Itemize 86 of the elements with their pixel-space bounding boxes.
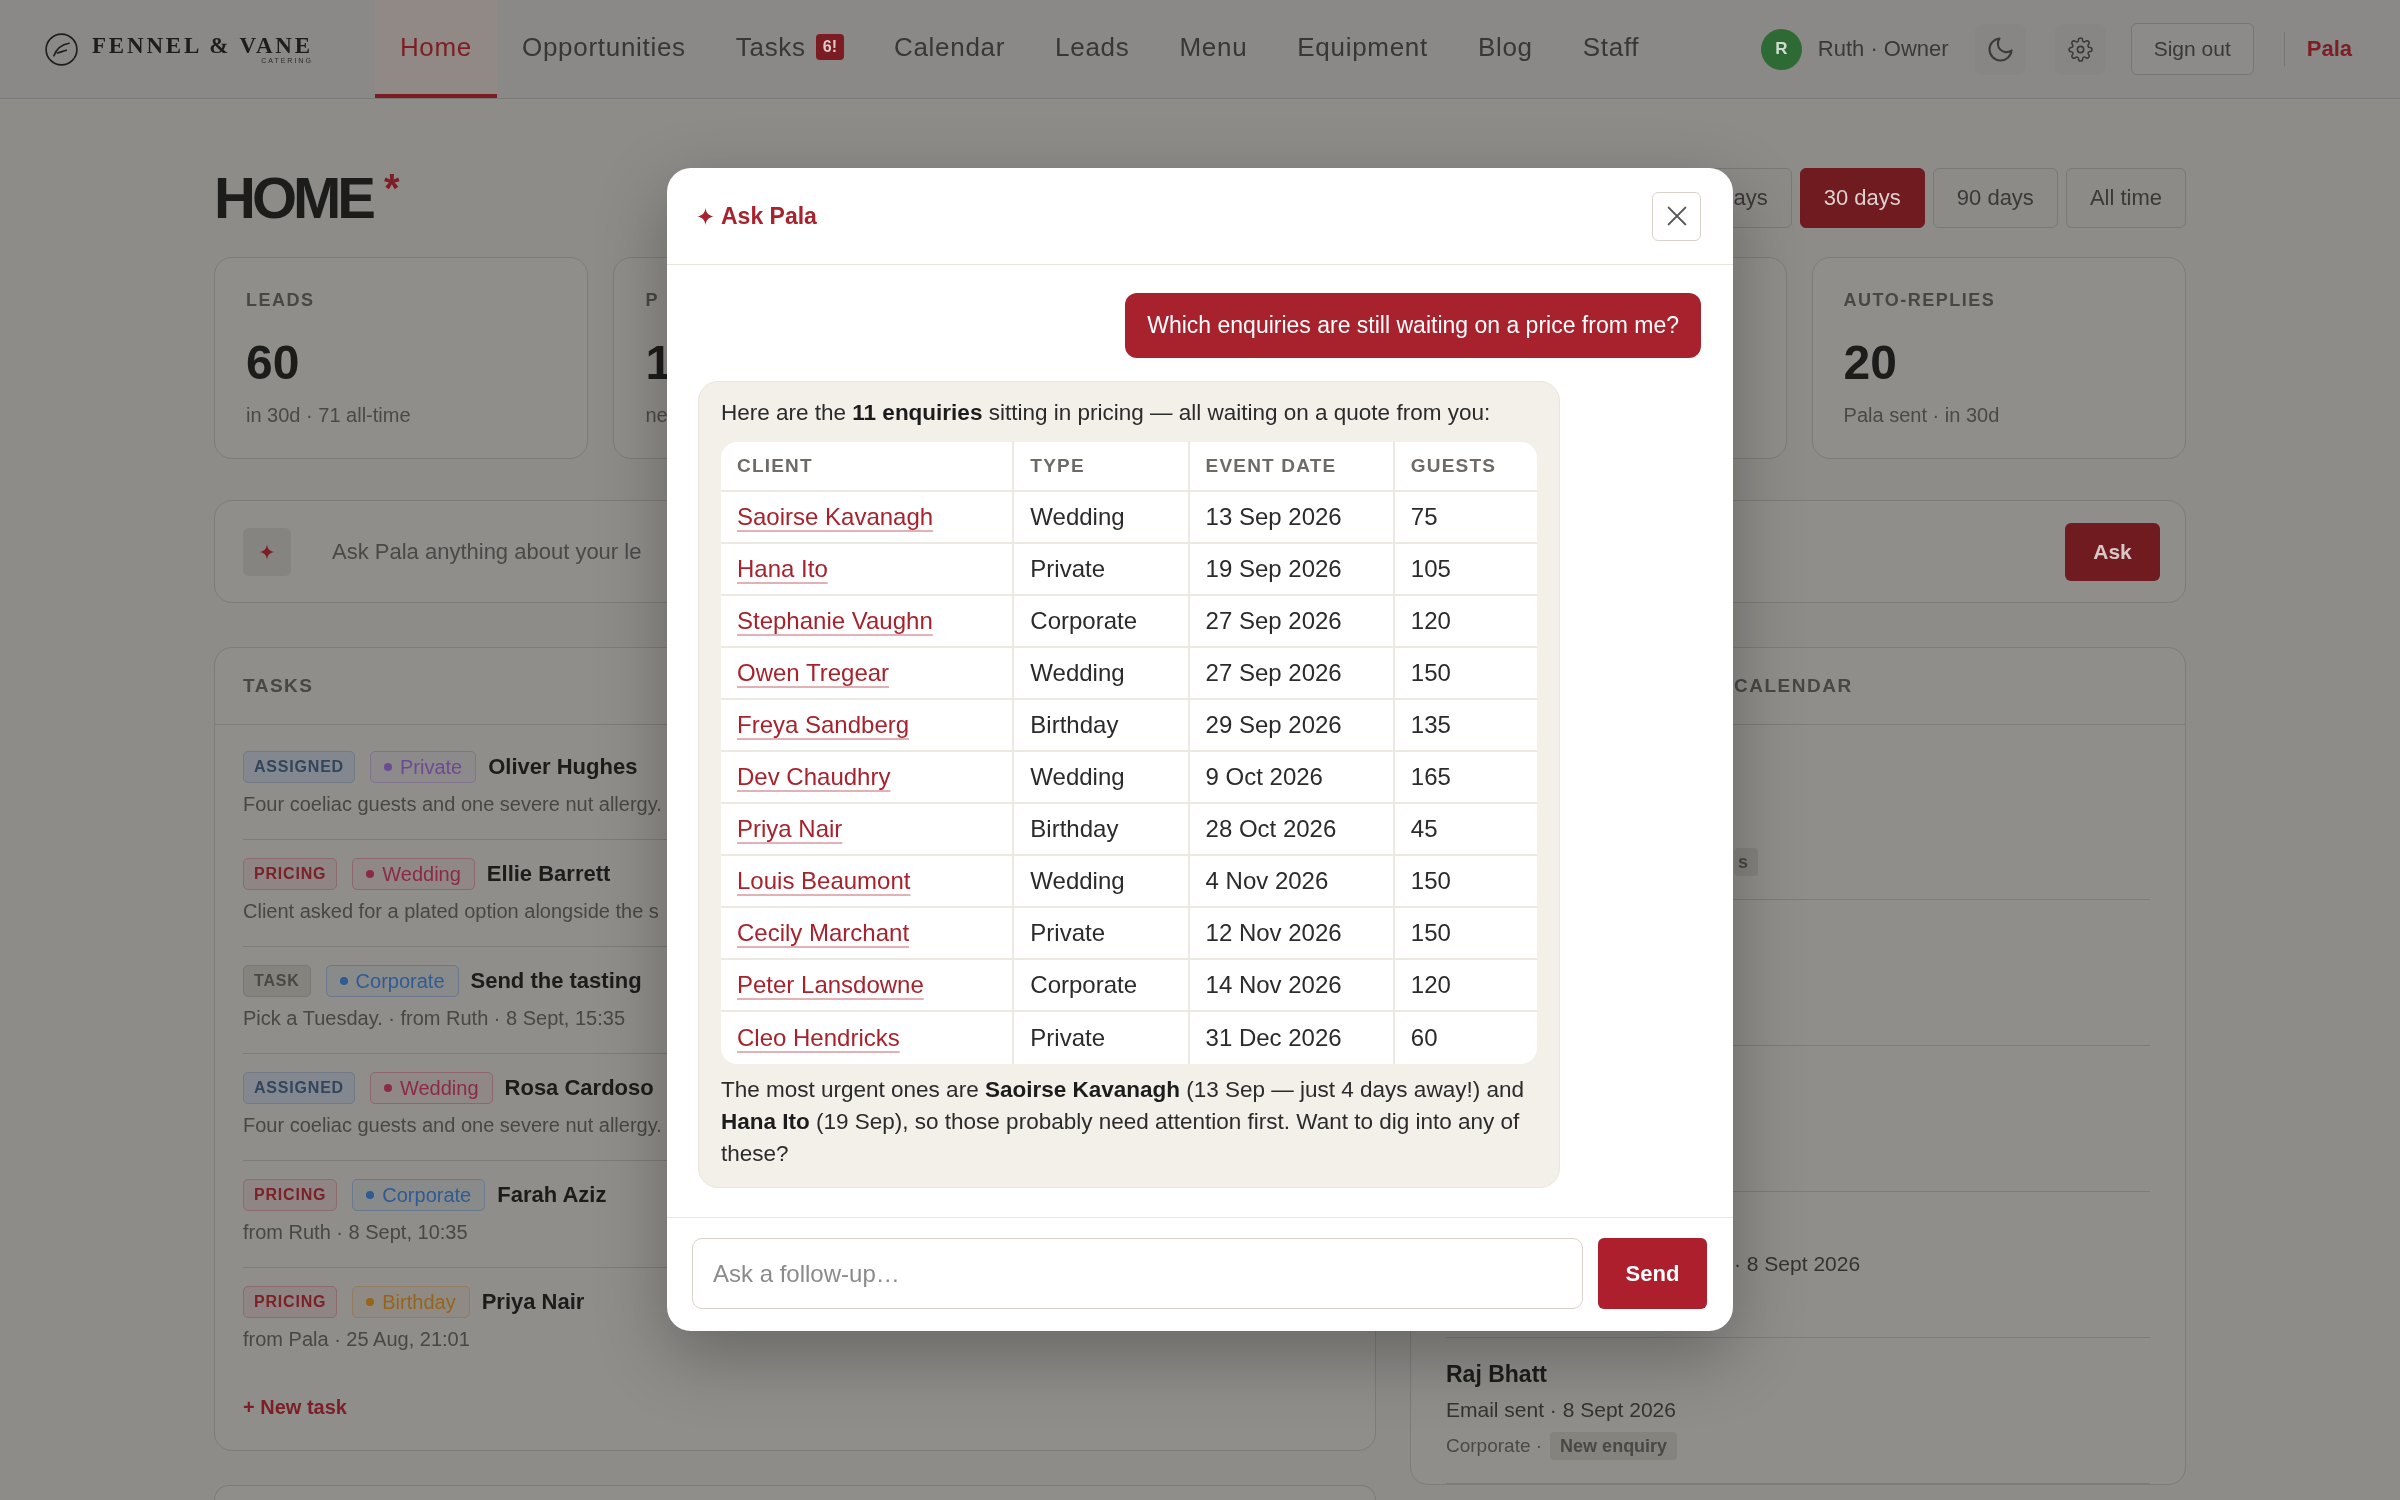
task-title: Farah Aziz (497, 1182, 607, 1208)
table-cell: 120 (1392, 960, 1537, 1012)
task-title: Rosa Cardoso (504, 1075, 654, 1101)
table-cell: Private (1012, 908, 1188, 960)
status-tag: New enquiry (1550, 1432, 1678, 1460)
table-cell: Birthday (1012, 700, 1188, 752)
task-detail: from Pala · 25 Aug, 21:01 (243, 1327, 470, 1352)
table-cell: 29 Sep 2026 (1187, 700, 1393, 752)
status-badge: PRICING (243, 1179, 338, 1211)
table-cell: 60 (1392, 1012, 1537, 1064)
table-cell: 14 Nov 2026 (1187, 960, 1393, 1012)
table-cell: Private (1012, 1012, 1188, 1064)
brand-name: FENNEL & VANE (92, 33, 313, 57)
status-badge: PRICING (243, 1286, 338, 1318)
tag-label: Wedding (400, 1076, 479, 1100)
user-name: Ruth · Owner (1817, 36, 1949, 62)
status-badge: TASK (243, 965, 311, 997)
table-cell: 165 (1392, 752, 1537, 804)
table-cell: Wedding (1012, 648, 1188, 700)
table-cell: 31 Dec 2026 (1187, 1012, 1393, 1064)
stat-label: P (645, 289, 659, 311)
table-cell: Corporate (1012, 596, 1188, 648)
table-cell: 27 Sep 2026 (1187, 596, 1393, 648)
task-detail: Client asked for a plated option alongside the s (243, 899, 659, 924)
table-cell: 105 (1392, 544, 1537, 596)
message-text: Here are the 11 enquiries sitting in pricing — all waiting on a quote from you: (721, 399, 1492, 427)
table-cell: 120 (1392, 596, 1537, 648)
column-header: TYPE (1012, 442, 1188, 492)
count-badge: 6! (815, 34, 844, 60)
table-cell: 4 Nov 2026 (1187, 856, 1393, 908)
tag-label: Corporate (355, 969, 445, 993)
status-badge: PRICING (243, 858, 338, 890)
title-asterisk: * (384, 168, 400, 208)
task-title: Ellie Barrett (486, 861, 611, 887)
column-header: EVENT DATE (1187, 442, 1393, 492)
column-header: CLIENT (721, 442, 1013, 492)
task-detail: Four coeliac guests and one severe nut allergy. (243, 1113, 662, 1138)
table-cell: 135 (1392, 700, 1537, 752)
stat-label: AUTO-REPLIES (1843, 289, 1996, 311)
table-cell: Birthday (1012, 804, 1188, 856)
table-cell: 75 (1392, 492, 1537, 544)
table-cell: 19 Sep 2026 (1187, 544, 1393, 596)
task-title: Send the tasting (470, 968, 642, 994)
table-cell: 28 Oct 2026 (1187, 804, 1393, 856)
stat-note: ne (645, 403, 668, 428)
table-cell: Wedding (1012, 752, 1188, 804)
task-detail: from Ruth · 8 Sept, 10:35 (243, 1220, 468, 1245)
task-title: Priya Nair (481, 1289, 585, 1315)
message-text: The most urgent ones are Saoirse Kavanagh (13 Sep — just 4 days away!) and Hana Ito (19 Sep), so those probably need attention first. Want to dig into any of these? (721, 1076, 1525, 1168)
event-detail: · 8 Sept 2026 (1734, 1252, 1861, 1275)
table-cell: Corporate (1012, 960, 1188, 1012)
table-cell: Private (1012, 544, 1188, 596)
panel-title: TASKS (243, 675, 314, 697)
status-badge: ASSIGNED (243, 751, 355, 783)
event-category: Corporate · (1446, 1435, 1543, 1457)
table-cell: 150 (1392, 856, 1537, 908)
table-cell: 9 Oct 2026 (1187, 752, 1393, 804)
user-avatar: R (1760, 28, 1802, 70)
tag-label: Private (400, 755, 463, 779)
table-cell: 27 Sep 2026 (1187, 648, 1393, 700)
user-message: Which enquiries are still waiting on a price from me? (1125, 293, 1701, 358)
status-badge: ASSIGNED (243, 1072, 355, 1104)
event-name: Raj Bhatt (1446, 1361, 1547, 1387)
tag-label: Birthday (382, 1290, 456, 1314)
tag-label: Wedding (382, 862, 461, 886)
stat-value: 20 (1843, 335, 1897, 391)
task-title: Oliver Hughes (488, 754, 638, 780)
task-detail: Pick a Tuesday. · from Ruth · 8 Sept, 15:35 (243, 1006, 626, 1031)
stat-label: LEADS (246, 289, 315, 311)
stat-note: Pala sent · in 30d (1843, 403, 2000, 428)
table-cell: 150 (1392, 908, 1537, 960)
task-detail: Four coeliac guests and one severe nut allergy. (243, 792, 662, 817)
table-cell: 150 (1392, 648, 1537, 700)
stat-value: 60 (246, 335, 300, 391)
table-cell: Wedding (1012, 856, 1188, 908)
page-title: HOME (214, 168, 372, 228)
tag-label: Corporate (382, 1183, 472, 1207)
table-cell: 12 Nov 2026 (1187, 908, 1393, 960)
column-header: GUESTS (1392, 442, 1537, 492)
table-cell: 13 Sep 2026 (1187, 492, 1393, 544)
table-cell: 45 (1392, 804, 1537, 856)
table-cell: Wedding (1012, 492, 1188, 544)
stat-note: in 30d · 71 all-time (246, 403, 411, 428)
event-detail: Email sent · 8 Sept 2026 (1446, 1398, 1676, 1421)
panel-title: CALENDAR (1734, 675, 1853, 697)
dialog-title: Ask Pala (721, 202, 817, 230)
